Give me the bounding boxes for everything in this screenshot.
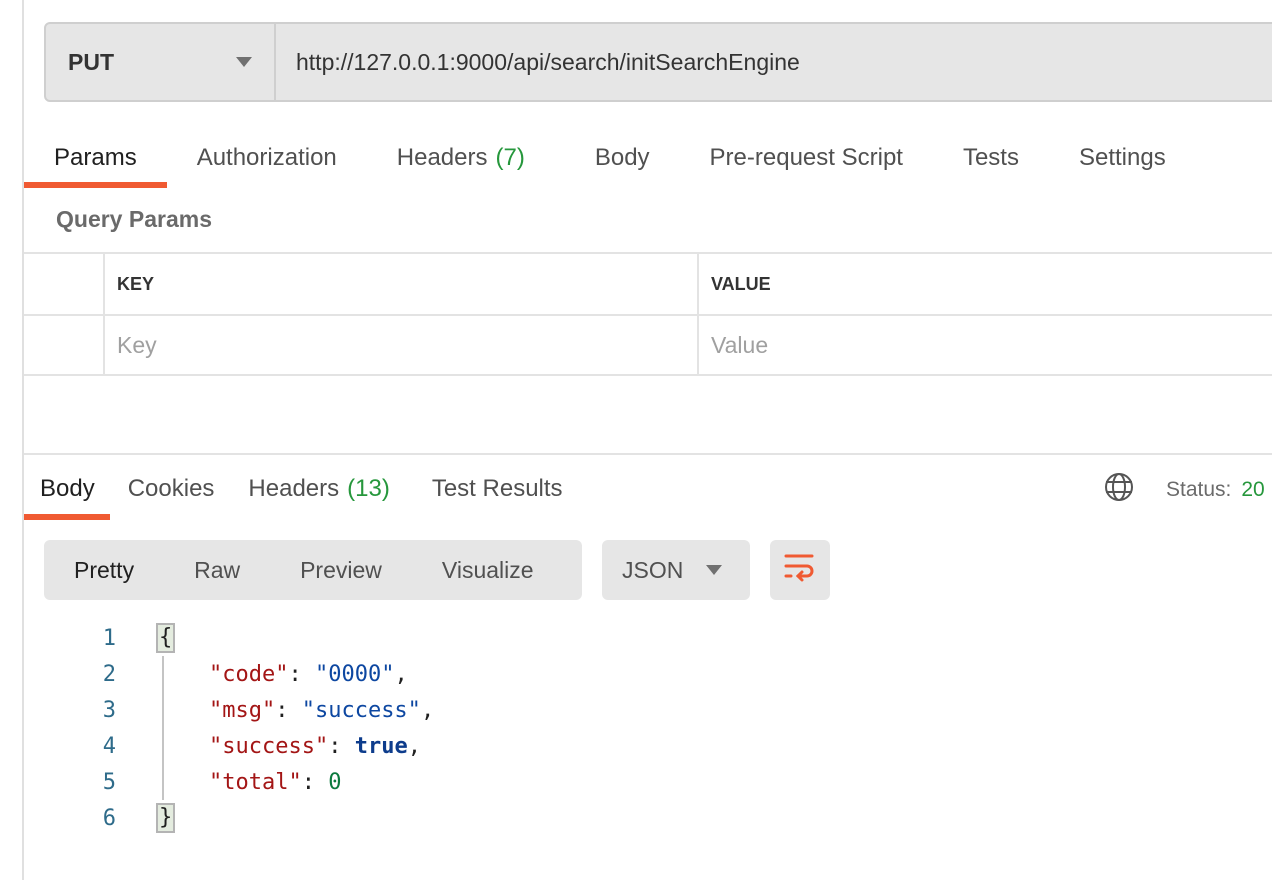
tab-headers[interactable]: Headers (7) (367, 128, 555, 188)
tab-settings[interactable]: Settings (1049, 128, 1196, 188)
code-line: 2 "code": "0000", (0, 656, 434, 692)
tab-label: Headers (248, 475, 340, 502)
table-header-row: KEY VALUE (24, 252, 1272, 314)
line-number: 5 (102, 769, 116, 795)
code-line: 6 } (0, 800, 434, 836)
json-key: "success" (208, 733, 329, 759)
response-body-code[interactable]: 1 { 2 "code": "0000", 3 "msg": "success"… (0, 620, 434, 836)
row-checkbox-cell (24, 316, 105, 374)
globe-icon[interactable] (1104, 472, 1134, 507)
code-line: 1 { (0, 620, 434, 656)
tab-response-headers[interactable]: Headers (13) (230, 458, 409, 520)
code-line: 5 "total": 0 (0, 764, 434, 800)
view-mode-pretty[interactable]: Pretty (44, 557, 164, 584)
request-tabs: Params Authorization Headers (7) Body Pre… (24, 128, 1196, 188)
json-key: "code" (208, 661, 289, 687)
code-line: 4 "success": true, (0, 728, 434, 764)
json-value: "0000" (314, 661, 395, 687)
method-select[interactable]: PUT (46, 24, 276, 100)
key-placeholder: Key (117, 331, 157, 358)
pane-divider[interactable] (24, 453, 1272, 455)
value-placeholder: Value (711, 331, 769, 358)
status-code: 20 (1241, 477, 1265, 501)
status-label: Status: (1166, 477, 1232, 501)
tab-authorization[interactable]: Authorization (167, 128, 367, 188)
tab-label: Settings (1078, 144, 1166, 171)
tab-label: Params (54, 144, 137, 171)
query-params-table: KEY VALUE Key Value (24, 252, 1272, 376)
comma: , (420, 697, 435, 723)
tab-body[interactable]: Body (555, 128, 680, 188)
open-brace: { (156, 623, 176, 653)
tab-params[interactable]: Params (24, 128, 167, 188)
comma: , (407, 733, 421, 759)
tab-label: Tests (962, 144, 1019, 171)
tab-response-body[interactable]: Body (24, 458, 110, 520)
view-mode-raw[interactable]: Raw (164, 557, 270, 584)
key-input[interactable]: Key (105, 316, 699, 374)
line-number: 3 (102, 697, 116, 723)
chevron-down-icon (706, 565, 722, 575)
url-input[interactable]: http://127.0.0.1:9000/api/search/initSea… (276, 49, 800, 76)
comma: , (394, 661, 408, 687)
view-mode-preview[interactable]: Preview (270, 557, 412, 584)
line-number: 2 (102, 661, 116, 687)
wrap-lines-icon (783, 551, 817, 590)
close-brace: } (156, 803, 176, 833)
line-number: 1 (102, 625, 116, 651)
format-label: JSON (622, 556, 684, 583)
value-column-header: VALUE (711, 273, 771, 294)
tab-test-results[interactable]: Test Results (410, 458, 579, 520)
key-column-header: KEY (117, 273, 155, 294)
code-line: 3 "msg": "success", (0, 692, 434, 728)
checkbox-column-header (24, 254, 105, 314)
response-tabs: Body Cookies Headers (13) Test Results (24, 458, 579, 520)
value-input[interactable]: Value (699, 316, 1272, 374)
view-mode-visualize[interactable]: Visualize (412, 557, 564, 584)
tab-label: Body (40, 475, 95, 502)
response-status: Status: 20 (1104, 472, 1265, 507)
tab-label: Authorization (196, 144, 337, 171)
tab-tests[interactable]: Tests (933, 128, 1049, 188)
line-number: 6 (102, 805, 116, 831)
tab-cookies[interactable]: Cookies (110, 458, 231, 520)
view-mode-segmented-control: Pretty Raw Preview Visualize (44, 540, 582, 600)
tab-label: Pre-request Script (709, 144, 903, 171)
json-key: "msg" (208, 697, 276, 723)
tab-label: Headers (396, 144, 488, 171)
tab-label: Test Results (431, 475, 563, 502)
headers-count: (7) (495, 144, 525, 171)
json-key: "total" (208, 769, 302, 795)
response-headers-count: (13) (347, 475, 390, 502)
line-number: 4 (102, 733, 116, 759)
method-label: PUT (68, 48, 114, 75)
request-url-bar: PUT http://127.0.0.1:9000/api/search/ini… (44, 22, 1272, 102)
json-value: true (354, 733, 408, 759)
json-value: "success" (301, 697, 421, 723)
chevron-down-icon (236, 57, 252, 67)
tab-label: Cookies (127, 475, 215, 502)
wrap-lines-button[interactable] (770, 540, 830, 600)
tab-pre-request-script[interactable]: Pre-request Script (680, 128, 933, 188)
query-params-title: Query Params (56, 206, 212, 232)
json-value: 0 (328, 769, 342, 795)
table-row: Key Value (24, 314, 1272, 376)
tab-label: Body (594, 144, 650, 171)
format-select[interactable]: JSON (602, 540, 750, 600)
